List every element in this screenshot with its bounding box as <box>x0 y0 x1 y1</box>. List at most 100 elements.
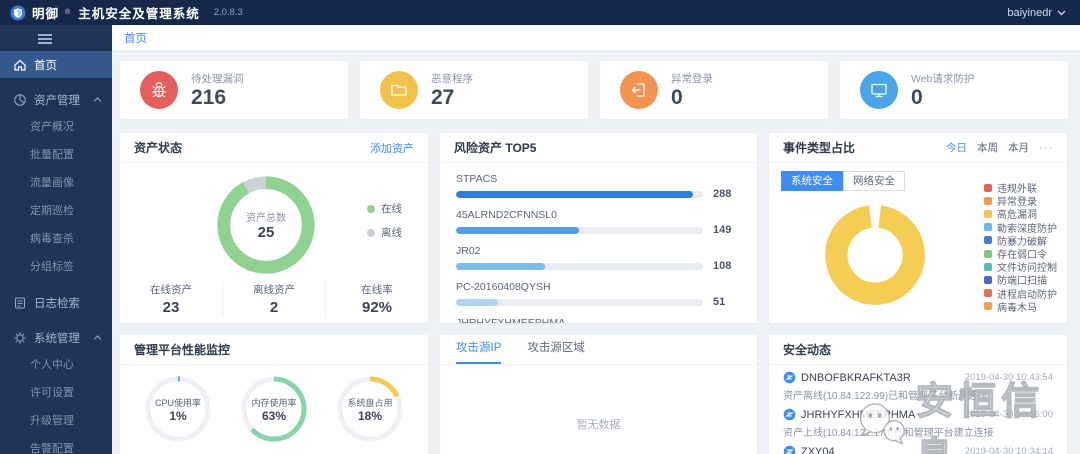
risk-value: 288 <box>713 188 732 200</box>
legend-swatch <box>984 249 992 258</box>
sidebar-item-virus-scan[interactable]: 病毒查杀 <box>0 225 112 253</box>
risk-bar-row: JHRHYFXHMEEPHMA 28 <box>456 317 741 323</box>
feed-description: 资产上线(10.84.122.174)已和管理平台建立连接 <box>783 428 994 439</box>
sidebar-item-group-tags[interactable]: 分组标签 <box>0 253 112 281</box>
risk-value: 149 <box>713 224 732 236</box>
bug-icon <box>140 71 178 109</box>
risk-value: 51 <box>713 296 726 308</box>
online-legend-dot <box>367 204 375 213</box>
feed-item[interactable]: DNBOFBKRAFKTA3R 2019-04-30 10:43:54 资产离线… <box>783 371 1053 403</box>
brand-name: 明御 <box>32 7 60 21</box>
product-title: 主机安全及管理系统 <box>78 7 200 21</box>
feed-asset-name: DNBOFBKRAFKTA3R <box>801 371 911 384</box>
card-web-request-protection[interactable]: Web请求防护 0 <box>840 61 1068 119</box>
range-this-week[interactable]: 本周 <box>977 140 998 155</box>
feed-item[interactable]: ZXY04 2019-04-30 10:34:14 <box>783 445 1053 454</box>
empty-state-text: 暂无数据 <box>576 419 621 431</box>
gauge-value: 18% <box>357 408 383 423</box>
legend-swatch <box>984 183 992 192</box>
sidebar: 首页 资产管理 资产概况 批量配置 流量画像 定期巡检 病毒查杀 分组标签 日志… <box>0 25 112 454</box>
chevron-up-icon <box>93 334 102 340</box>
gear-icon <box>14 331 26 344</box>
legend-label: 在线 <box>381 203 402 215</box>
chevron-up-icon <box>93 96 102 102</box>
card-malicious-programs[interactable]: 恶意程序 27 <box>360 61 588 119</box>
sidebar-item-alert-config[interactable]: 告警配置 <box>0 435 112 454</box>
stat-cards: 待处理漏洞 216 恶意程序 27 异常登录 0 Web请求防护 0 <box>120 61 1068 119</box>
sidebar-item-asset-overview[interactable]: 资产概况 <box>0 113 112 141</box>
card-label: 待处理漏洞 <box>191 73 244 85</box>
feed-description: 资产离线(10.84.122.99)已和管理平台断开连接 <box>783 391 989 402</box>
risk-bar-row: PC-20160408QYSH 51 <box>456 281 741 308</box>
risk-asset-name: 45ALRND2CFNNSL0 <box>456 209 557 221</box>
feed-item[interactable]: JHRHYFXHMEEPHMA 2019-04-30 10:36:00 资产上线… <box>783 408 1053 440</box>
card-label: Web请求防护 <box>911 73 975 85</box>
tab-attack-source-ip[interactable]: 攻击源IP <box>456 339 502 364</box>
tab-network-security[interactable]: 网络安全 <box>843 171 905 191</box>
card-abnormal-login[interactable]: 异常登录 0 <box>600 61 828 119</box>
sidebar-item-home[interactable]: 首页 <box>0 51 112 78</box>
sidebar-group-system-management[interactable]: 系统管理 <box>0 324 112 351</box>
asset-event-icon <box>783 371 796 384</box>
stat-label: 离线资产 <box>253 284 295 296</box>
event-type-donut-chart <box>825 205 925 305</box>
panel-title: 风险资产 TOP5 <box>454 141 537 155</box>
offline-legend-dot <box>367 228 375 237</box>
sidebar-item-traffic-profile[interactable]: 流量画像 <box>0 169 112 197</box>
card-pending-vulnerabilities[interactable]: 待处理漏洞 216 <box>120 61 348 119</box>
sidebar-item-label: 首页 <box>34 59 57 72</box>
sidebar-item-license-settings[interactable]: 许可设置 <box>0 379 112 407</box>
user-menu[interactable]: baiyinedr <box>1007 7 1066 19</box>
tab-attack-source-region[interactable]: 攻击源区域 <box>527 339 585 364</box>
panel-asset-status: 资产状态 添加资产 资产总数 25 在线 离线 在线资产 23 离线资产 2 在… <box>120 133 428 323</box>
risk-bar-row: STPACS 288 <box>456 173 741 200</box>
performance-gauges: CPU使用率 1% 内存使用率 63% 系统盘占用 18% <box>130 373 418 445</box>
stat-value: 23 <box>162 299 180 316</box>
sidebar-item-batch-config[interactable]: 批量配置 <box>0 141 112 169</box>
username: baiyinedr <box>1007 6 1052 19</box>
sidebar-group-asset-management[interactable]: 资产管理 <box>0 86 112 113</box>
app-logo-icon <box>10 5 26 20</box>
main-content: 首页 待处理漏洞 216 恶意程序 27 异常登录 0 Web请求防护 0 资产… <box>112 25 1080 454</box>
asset-status-legend: 在线 离线 <box>367 201 402 249</box>
sidebar-item-upgrade-management[interactable]: 升级管理 <box>0 407 112 435</box>
gauge-value: 1% <box>169 408 187 423</box>
legend-swatch <box>984 302 992 311</box>
feed-timestamp: 2019-04-30 10:36:00 <box>964 409 1053 420</box>
risk-bar-row: JR02 108 <box>456 245 741 272</box>
range-this-month[interactable]: 本月 <box>1008 140 1029 155</box>
card-value: 27 <box>431 86 455 109</box>
asset-status-stats: 在线资产 23 离线资产 2 在线率 92% <box>120 282 428 316</box>
stat-label: 在线资产 <box>150 284 192 296</box>
feed-timestamp: 2019-04-30 10:43:54 <box>964 372 1053 383</box>
sidebar-item-periodic-inspection[interactable]: 定期巡检 <box>0 197 112 225</box>
legend-swatch <box>984 262 992 271</box>
sidebar-collapse-button[interactable] <box>0 29 112 49</box>
event-scope-tabs: 系统安全 网络安全 <box>781 171 905 191</box>
brand: 明御 ® 主机安全及管理系统 2.0.8.3 <box>10 3 243 22</box>
sidebar-group-label: 系统管理 <box>34 332 80 345</box>
sidebar-item-log-search[interactable]: 日志检索 <box>0 289 112 316</box>
topbar: 明御 ® 主机安全及管理系统 2.0.8.3 baiyinedr <box>0 0 1080 25</box>
feed-asset-name: ZXY04 <box>801 445 835 454</box>
card-label: 恶意程序 <box>431 73 473 85</box>
sidebar-item-personal-center[interactable]: 个人中心 <box>0 351 112 379</box>
gauge-value: 63% <box>261 408 287 423</box>
tab-system-security[interactable]: 系统安全 <box>781 171 843 191</box>
tab-home[interactable]: 首页 <box>124 30 147 46</box>
monitor-icon <box>860 71 898 109</box>
more-options-icon[interactable]: ··· <box>1039 142 1053 154</box>
asset-event-icon <box>783 445 796 454</box>
memory-usage-gauge: 内存使用率 63% <box>238 373 310 445</box>
sidebar-group-label: 资产管理 <box>34 94 80 107</box>
add-asset-link[interactable]: 添加资产 <box>370 140 414 156</box>
cpu-usage-gauge: CPU使用率 1% <box>142 373 214 445</box>
risk-asset-name: JHRHYFXHMEEPHMA <box>456 317 566 323</box>
attack-source-tabs: 攻击源IP 攻击源区域 <box>440 335 757 365</box>
app-window: 明御 ® 主机安全及管理系统 2.0.8.3 baiyinedr 首页 资产管理… <box>0 0 1080 454</box>
range-today[interactable]: 今日 <box>946 140 967 155</box>
risk-value: 108 <box>713 260 732 272</box>
brand-reg: ® <box>65 9 71 16</box>
log-search-icon <box>14 296 26 309</box>
card-value: 216 <box>191 86 227 109</box>
